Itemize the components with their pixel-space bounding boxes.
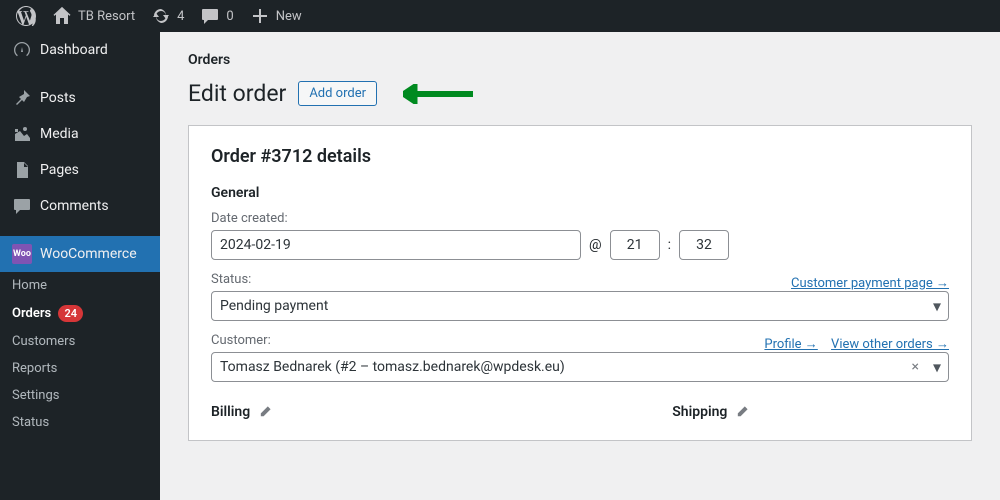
menu-pages[interactable]: Pages [0, 152, 160, 188]
comments-icon [12, 196, 32, 216]
pin-icon [12, 88, 32, 108]
submenu-reports[interactable]: Reports [0, 355, 160, 382]
pages-icon [12, 160, 32, 180]
wp-logo[interactable] [8, 0, 44, 32]
menu-posts[interactable]: Posts [0, 80, 160, 116]
time-colon: : [668, 237, 671, 253]
woocommerce-icon: Woo [12, 244, 32, 264]
profile-link[interactable]: Profile → [764, 337, 817, 352]
clear-icon[interactable]: × [912, 359, 919, 375]
annotation-arrow [403, 84, 473, 104]
menu-comments[interactable]: Comments [0, 188, 160, 224]
submenu-orders[interactable]: Orders 24 [0, 299, 160, 328]
customer-value[interactable] [211, 352, 949, 382]
orders-badge: 24 [58, 305, 83, 322]
wordpress-icon [16, 6, 36, 26]
menu-dashboard[interactable]: Dashboard [0, 32, 160, 68]
updates-count: 4 [177, 9, 184, 24]
refresh-icon [151, 6, 171, 26]
shipping-heading: Shipping [672, 404, 727, 420]
menu-media[interactable]: Media [0, 116, 160, 152]
status-value[interactable] [211, 291, 949, 321]
hour-input[interactable] [610, 230, 660, 260]
menu-dashboard-label: Dashboard [40, 42, 108, 58]
menu-pages-label: Pages [40, 162, 79, 178]
add-order-button[interactable]: Add order [298, 81, 377, 106]
customer-select[interactable]: × ▾ [211, 352, 949, 382]
menu-posts-label: Posts [40, 90, 76, 106]
dashboard-icon [12, 40, 32, 60]
customer-payment-link[interactable]: Customer payment page → [791, 276, 949, 291]
date-created-label: Date created: [211, 211, 949, 226]
general-section-title: General [211, 185, 949, 201]
comments-link[interactable]: 0 [192, 0, 241, 32]
at-symbol: @ [589, 237, 602, 253]
submenu-home[interactable]: Home [0, 272, 160, 299]
edit-shipping-icon[interactable] [735, 405, 749, 419]
date-input[interactable] [211, 230, 581, 260]
submenu-settings[interactable]: Settings [0, 382, 160, 409]
order-panel: Order #3712 details General Date created… [188, 125, 972, 441]
submenu-orders-label: Orders [12, 306, 51, 321]
arrow-icon [403, 84, 473, 104]
new-label: New [276, 9, 302, 24]
home-icon [52, 6, 72, 26]
customer-label: Customer: [211, 333, 271, 348]
menu-comments-label: Comments [40, 198, 109, 214]
billing-heading: Billing [211, 404, 250, 420]
comment-icon [200, 6, 220, 26]
site-name: TB Resort [78, 9, 135, 24]
edit-billing-icon[interactable] [258, 405, 272, 419]
menu-woocommerce[interactable]: Woo WooCommerce [0, 236, 160, 272]
status-label: Status: [211, 272, 251, 287]
comments-count: 0 [226, 9, 233, 24]
submenu-customers[interactable]: Customers [0, 328, 160, 355]
plus-icon [250, 6, 270, 26]
updates-link[interactable]: 4 [143, 0, 192, 32]
status-select[interactable]: ▾ [211, 291, 949, 321]
site-link[interactable]: TB Resort [44, 0, 143, 32]
minute-input[interactable] [679, 230, 729, 260]
breadcrumb: Orders [160, 32, 1000, 80]
submenu-status[interactable]: Status [0, 409, 160, 436]
page-title: Edit order [188, 80, 286, 107]
order-heading: Order #3712 details [211, 146, 949, 167]
media-icon [12, 124, 32, 144]
menu-woocommerce-label: WooCommerce [40, 246, 137, 262]
view-orders-link[interactable]: View other orders → [831, 337, 949, 352]
menu-media-label: Media [40, 126, 79, 142]
new-link[interactable]: New [242, 0, 310, 32]
